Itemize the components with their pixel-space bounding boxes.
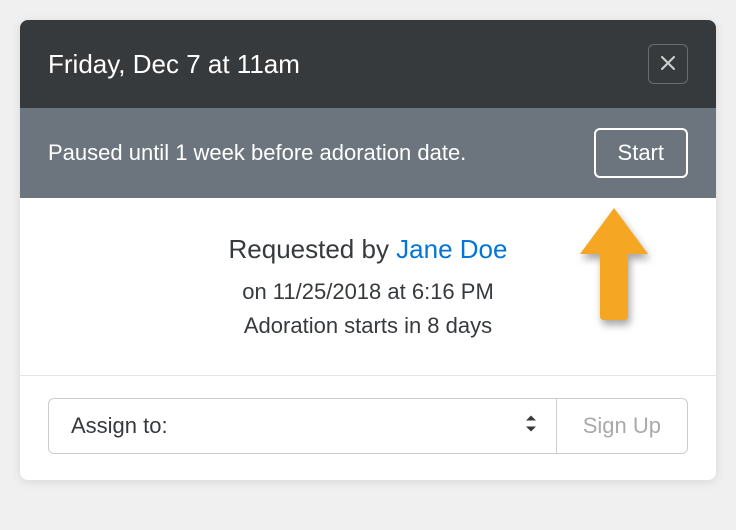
sort-icon [524, 414, 538, 439]
card-footer: Assign to: Sign Up [20, 376, 716, 480]
requester-link[interactable]: Jane Doe [396, 234, 507, 264]
close-button[interactable] [648, 44, 688, 84]
status-text: Paused until 1 week before adoration dat… [48, 140, 466, 166]
card-body: Requested by Jane Doe on 11/25/2018 at 6… [20, 198, 716, 376]
requested-prefix: Requested by [229, 234, 397, 264]
assign-select[interactable]: Assign to: [48, 398, 556, 454]
assign-label: Assign to: [71, 413, 168, 439]
start-button[interactable]: Start [594, 128, 688, 178]
signup-button[interactable]: Sign Up [556, 398, 688, 454]
card-header: Friday, Dec 7 at 11am [20, 20, 716, 108]
close-icon [661, 54, 675, 75]
requested-by-line: Requested by Jane Doe [48, 234, 688, 265]
adoration-card: Friday, Dec 7 at 11am Paused until 1 wee… [20, 20, 716, 480]
countdown-text: Adoration starts in 8 days [48, 313, 688, 339]
status-bar: Paused until 1 week before adoration dat… [20, 108, 716, 198]
request-timestamp: on 11/25/2018 at 6:16 PM [48, 279, 688, 305]
card-title: Friday, Dec 7 at 11am [48, 49, 300, 80]
